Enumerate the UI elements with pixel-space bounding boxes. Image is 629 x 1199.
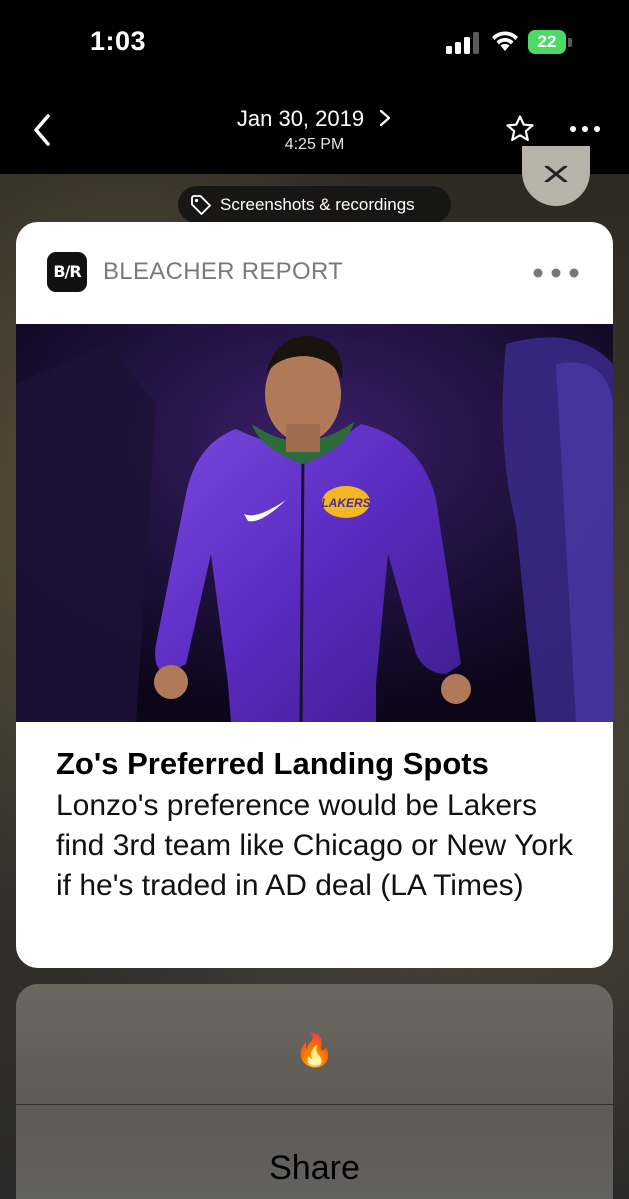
reaction-button[interactable]: 🔥 bbox=[16, 984, 613, 1104]
more-icon[interactable] bbox=[568, 124, 602, 134]
status-bar: 1:03 22 bbox=[0, 0, 629, 86]
app-icon: B/R bbox=[47, 252, 87, 292]
tag-label: Screenshots & recordings bbox=[220, 195, 415, 214]
tag-pill[interactable]: Screenshots & recordings bbox=[178, 186, 451, 223]
notification-header: B/R BLEACHER REPORT bbox=[16, 222, 613, 324]
forward-chevron-icon bbox=[380, 109, 391, 127]
more-icon[interactable] bbox=[532, 268, 580, 278]
tag-icon bbox=[191, 195, 211, 215]
nav-date-label: Jan 30, 2019 bbox=[236, 106, 365, 131]
actions-panel: 🔥 Share bbox=[16, 984, 613, 1199]
share-button[interactable]: Share bbox=[16, 1105, 613, 1199]
photo-viewer-screen: 1:03 22 Jan 30, 2019 4:25 PM Screenshots… bbox=[0, 0, 629, 1199]
star-icon[interactable] bbox=[505, 114, 535, 144]
status-time: 1:03 bbox=[90, 26, 147, 56]
share-label: Share bbox=[269, 1149, 360, 1187]
battery-icon: 22 bbox=[528, 30, 566, 54]
notification-image: LAKERS bbox=[16, 324, 613, 722]
player-photo: LAKERS bbox=[16, 324, 613, 722]
wifi-icon bbox=[492, 31, 518, 51]
notification-title: Zo's Preferred Landing Spots bbox=[56, 746, 489, 781]
notification-card[interactable]: B/R BLEACHER REPORT LAKERS Zo's Preferre… bbox=[16, 222, 613, 968]
battery-cap bbox=[568, 38, 572, 47]
lakers-logo-text: LAKERS bbox=[321, 496, 370, 510]
app-name: BLEACHER REPORT bbox=[103, 258, 344, 285]
notification-body: Lonzo's preference would be Lakers find … bbox=[56, 789, 573, 902]
signal-icon bbox=[446, 32, 479, 54]
fire-icon: 🔥 bbox=[294, 1032, 335, 1068]
close-icon bbox=[544, 166, 568, 182]
